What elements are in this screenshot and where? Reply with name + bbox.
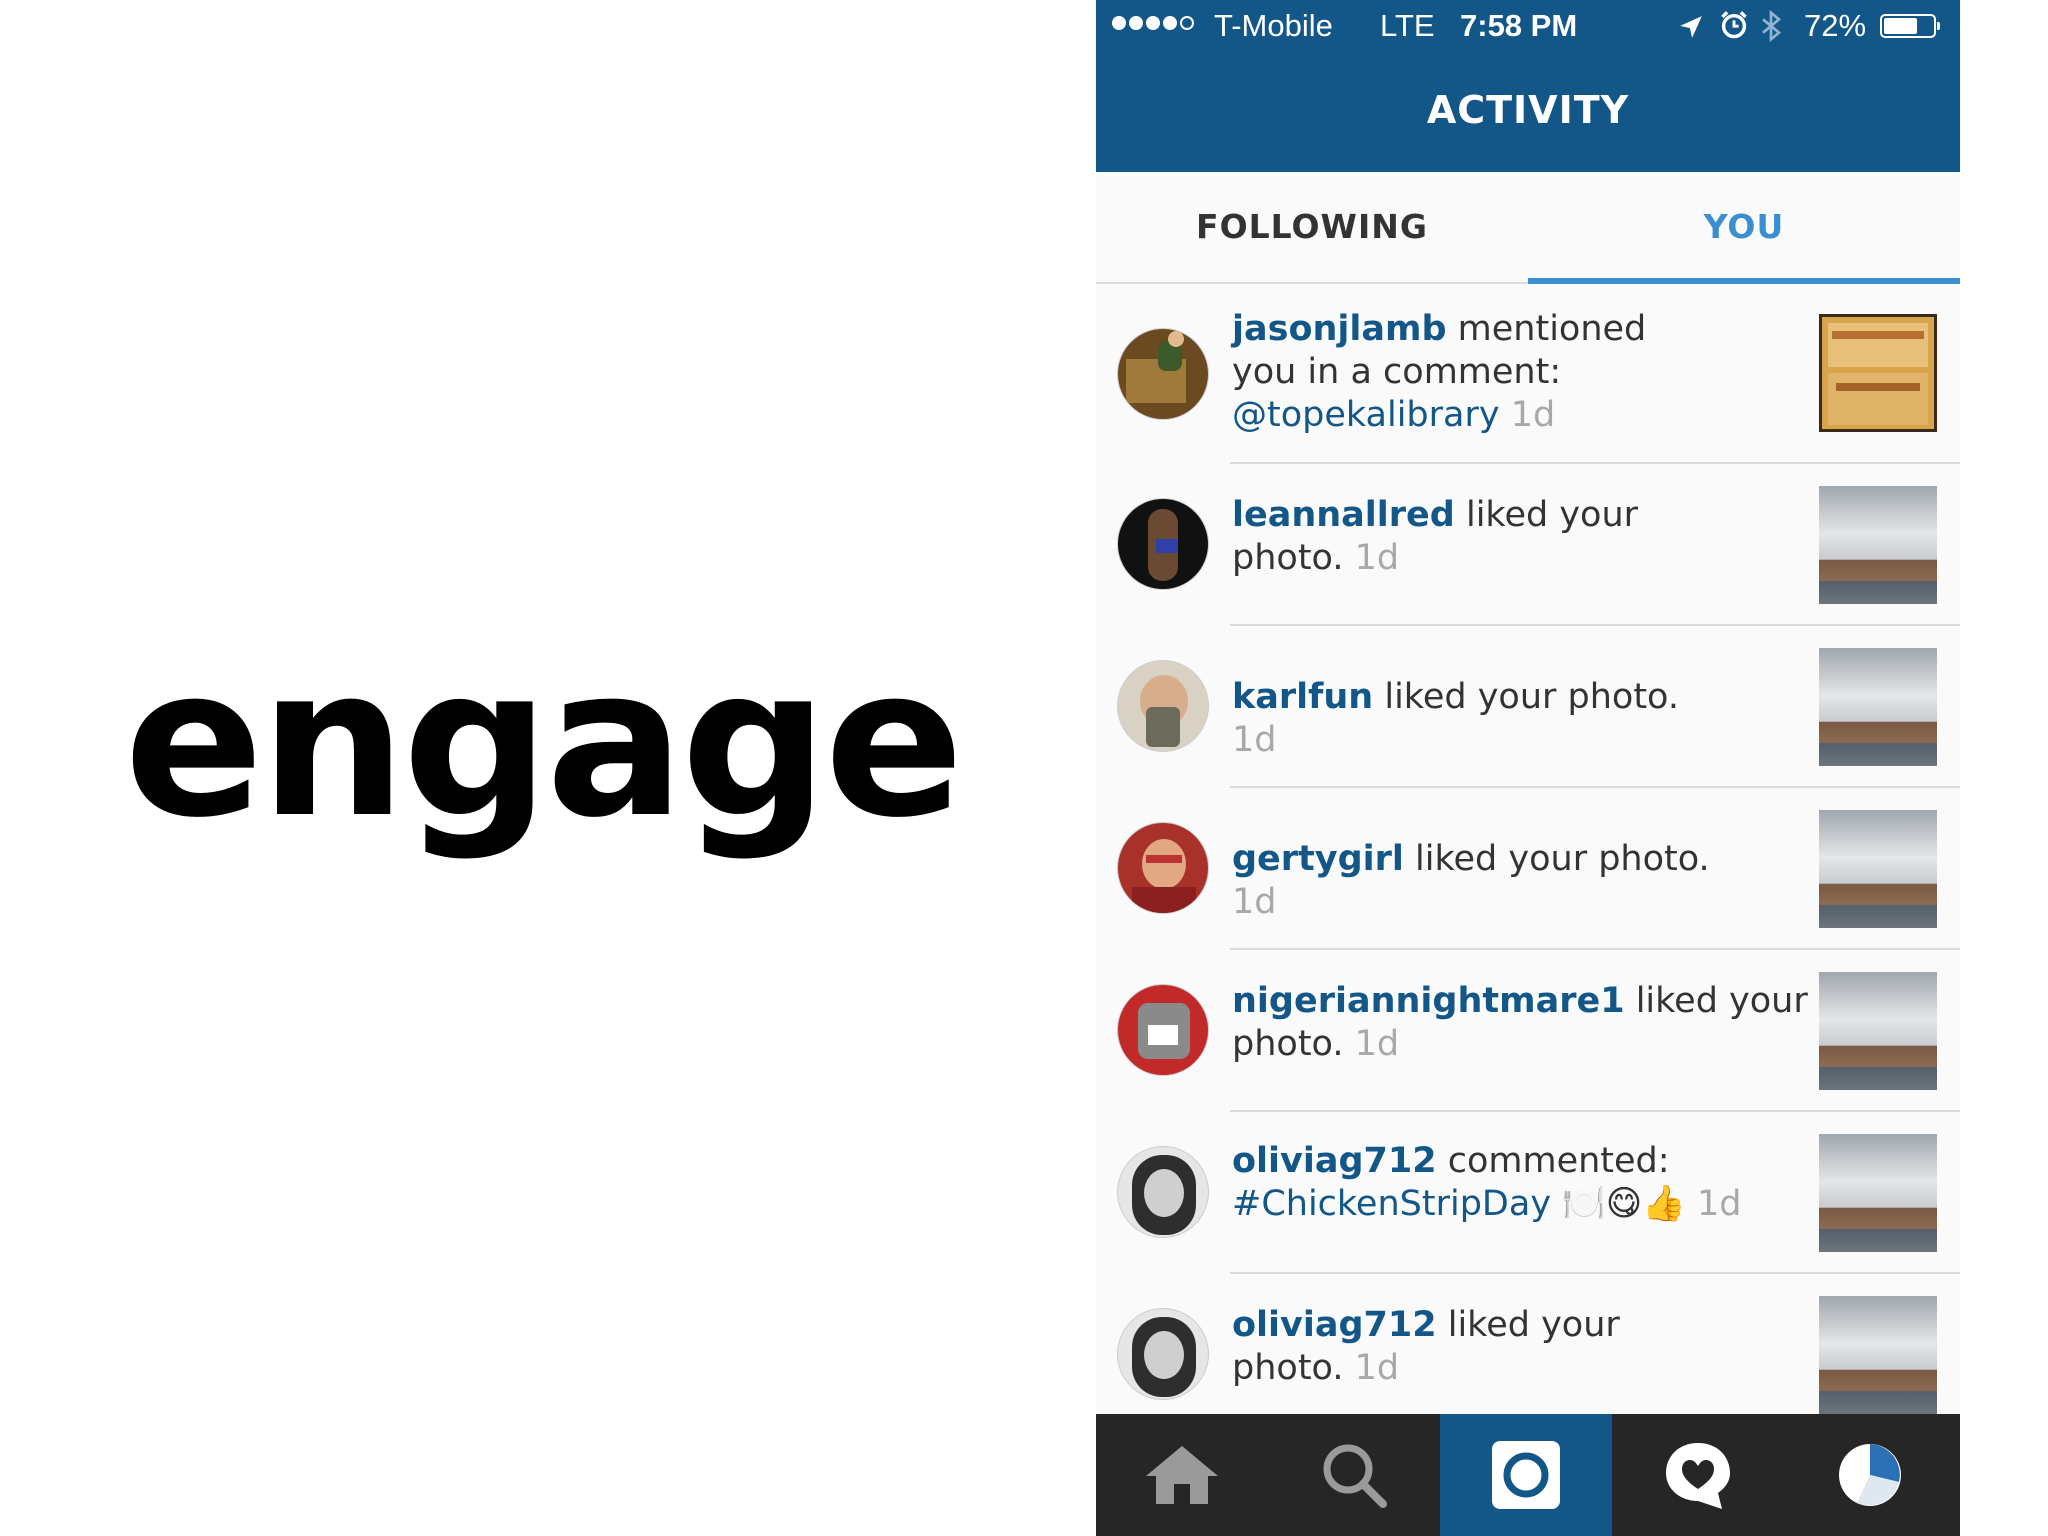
post-thumbnail[interactable] xyxy=(1819,1134,1937,1252)
camera-icon[interactable] xyxy=(1440,1414,1612,1536)
page-title: ACTIVITY xyxy=(1426,88,1630,132)
home-icon[interactable] xyxy=(1096,1414,1268,1536)
avatar[interactable] xyxy=(1117,1146,1209,1238)
clock: 7:58 PM xyxy=(1460,8,1578,43)
avatar[interactable] xyxy=(1117,822,1209,914)
bluetooth-icon xyxy=(1760,9,1782,50)
timestamp: 1d xyxy=(1354,538,1400,578)
username-link[interactable]: nigeriannightmare1 xyxy=(1232,981,1625,1021)
username-link[interactable]: oliviag712 xyxy=(1232,1141,1437,1181)
tab-following[interactable]: FOLLOWING xyxy=(1096,172,1528,282)
post-thumbnail[interactable] xyxy=(1819,486,1937,604)
activity-row[interactable]: oliviag712 liked your photo. 1d xyxy=(1096,1274,1960,1436)
username-link[interactable]: oliviag712 xyxy=(1232,1305,1437,1345)
activity-row[interactable]: gertygirl liked your photo. 1d xyxy=(1096,788,1960,950)
mention-link[interactable]: @topekalibrary xyxy=(1232,395,1500,435)
activity-text: gertygirl liked your photo. 1d xyxy=(1232,838,1732,924)
search-icon[interactable] xyxy=(1268,1414,1440,1536)
post-thumbnail[interactable] xyxy=(1819,972,1937,1090)
username-link[interactable]: gertygirl xyxy=(1232,839,1404,879)
post-thumbnail[interactable] xyxy=(1819,1296,1937,1414)
hashtag-link[interactable]: #ChickenStripDay xyxy=(1232,1184,1551,1224)
battery-percentage: 72% xyxy=(1804,8,1867,43)
carrier-label: T-Mobile xyxy=(1214,8,1333,43)
signal-strength-icon xyxy=(1112,16,1194,30)
activity-action: liked your photo. xyxy=(1373,677,1679,717)
activity-action: liked your photo. xyxy=(1403,839,1710,879)
profile-icon[interactable] xyxy=(1784,1414,1956,1536)
tab-you[interactable]: YOU xyxy=(1528,172,1960,284)
alarm-icon xyxy=(1720,10,1748,48)
nav-bar: ACTIVITY xyxy=(1096,56,1960,172)
timestamp: 1d xyxy=(1510,395,1556,435)
activity-row[interactable]: jasonjlamb mentioned you in a comment: @… xyxy=(1096,284,1960,464)
username-link[interactable]: jasonjlamb xyxy=(1232,309,1447,349)
post-thumbnail[interactable] xyxy=(1819,810,1937,928)
slide-heading: engage xyxy=(124,623,964,863)
phone-screen: T-Mobile LTE 7:58 PM 72% ACTIVITY FOLLOW… xyxy=(1096,0,1960,1536)
timestamp: 1d xyxy=(1354,1348,1400,1388)
comment-emoji: 🍽️😋👍 xyxy=(1562,1184,1686,1224)
battery-icon xyxy=(1880,14,1940,38)
activity-text: karlfun liked your photo. 1d xyxy=(1232,676,1712,762)
location-icon xyxy=(1678,12,1704,48)
activity-row[interactable]: leannallred liked your photo. 1d xyxy=(1096,464,1960,626)
avatar[interactable] xyxy=(1117,1308,1209,1400)
activity-text: oliviag712 liked your photo. 1d xyxy=(1232,1304,1672,1390)
activity-icon[interactable] xyxy=(1612,1414,1784,1536)
post-thumbnail[interactable] xyxy=(1819,648,1937,766)
activity-text: nigeriannightmare1 liked your photo. 1d xyxy=(1232,980,1812,1066)
activity-text: leannallred liked your photo. 1d xyxy=(1232,494,1672,580)
activity-row[interactable]: oliviag712 commented: #ChickenStripDay 🍽… xyxy=(1096,1112,1960,1274)
activity-row[interactable]: karlfun liked your photo. 1d xyxy=(1096,626,1960,788)
activity-action: commented: xyxy=(1436,1141,1670,1181)
timestamp: 1d xyxy=(1232,720,1277,760)
avatar[interactable] xyxy=(1117,984,1209,1076)
network-label: LTE xyxy=(1380,8,1435,43)
timestamp: 1d xyxy=(1354,1024,1400,1064)
activity-row[interactable]: nigeriannightmare1 liked your photo. 1d xyxy=(1096,950,1960,1112)
post-thumbnail[interactable] xyxy=(1819,314,1937,432)
username-link[interactable]: karlfun xyxy=(1232,677,1373,717)
timestamp: 1d xyxy=(1232,882,1277,922)
activity-text: oliviag712 commented: #ChickenStripDay 🍽… xyxy=(1232,1140,1792,1226)
avatar[interactable] xyxy=(1117,660,1209,752)
timestamp: 1d xyxy=(1696,1184,1742,1224)
avatar[interactable] xyxy=(1117,328,1209,420)
avatar[interactable] xyxy=(1117,498,1209,590)
activity-tabs: FOLLOWING YOU xyxy=(1096,172,1960,284)
status-bar: T-Mobile LTE 7:58 PM 72% xyxy=(1096,0,1960,56)
activity-text: jasonjlamb mentioned you in a comment: @… xyxy=(1232,308,1672,437)
bottom-tab-bar xyxy=(1096,1414,1960,1536)
username-link[interactable]: leannallred xyxy=(1232,495,1455,535)
